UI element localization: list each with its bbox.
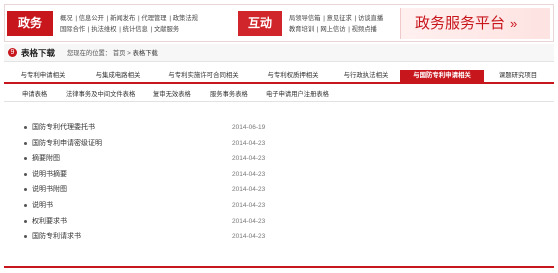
subtab-legal-affairs-forms[interactable]: 法律事务及中间文件表格 xyxy=(66,90,135,99)
item-date: 2014-04-23 xyxy=(232,155,266,163)
item-title-link[interactable]: 说明书摘要 xyxy=(32,169,67,180)
breadcrumb-separator: > xyxy=(127,50,131,57)
category-tabs: 与专利申请相关 与集成电路相关 与专利实施许可合同相关 与专利权质押相关 与行政… xyxy=(4,70,554,84)
item-title-link[interactable]: 国防专利申请密级证明 xyxy=(32,138,102,149)
interact-links: 局领导信箱 | 意见征求 | 访谈直播 教育培训 | 网上信访 | 视频点播 xyxy=(289,13,384,35)
subtab-reexamination-forms[interactable]: 复审无效表格 xyxy=(153,90,191,99)
bullet-icon xyxy=(24,141,27,145)
item-date: 2014-04-23 xyxy=(232,170,266,178)
list-item: 国防专利请求书 2014-04-23 xyxy=(24,230,284,246)
bullet-icon xyxy=(24,172,27,176)
item-date: 2014-04-23 xyxy=(232,201,266,209)
subtab-application-forms[interactable]: 申请表格 xyxy=(22,90,47,99)
nav-link[interactable]: 代理管理 xyxy=(141,15,167,22)
nav-link[interactable]: 政策法规 xyxy=(173,15,199,22)
nav-link[interactable]: 视频点播 xyxy=(352,26,378,33)
gov-links-row2: 国际合作 | 执法维权 | 统计信息 | 文献服务 xyxy=(60,26,180,33)
item-title-link[interactable]: 权利要求书 xyxy=(32,216,67,227)
page-title: 表格下载 xyxy=(21,48,56,58)
nav-link[interactable]: 文献服务 xyxy=(154,26,180,33)
item-title-link[interactable]: 国防专利请求书 xyxy=(32,231,81,242)
tab-integrated-circuit[interactable]: 与集成电路相关 xyxy=(84,70,152,82)
item-date: 2014-04-23 xyxy=(232,139,266,147)
location-icon: 9 xyxy=(8,48,17,57)
interact-links-row1: 局领导信箱 | 意见征求 | 访谈直播 xyxy=(289,15,384,22)
nav-link[interactable]: 局领导信箱 xyxy=(289,15,321,22)
tab-patent-pledge[interactable]: 与专利权质押相关 xyxy=(256,70,330,82)
gov-links-row1: 概况 | 信息公开 | 新闻发布 | 代理管理 | 政策法规 xyxy=(60,15,199,22)
breadcrumb-home[interactable]: 首页 xyxy=(113,50,126,57)
nav-link[interactable]: 执法维权 xyxy=(91,26,117,33)
nav-link[interactable]: 意见征求 xyxy=(327,15,353,22)
tab-patent-application[interactable]: 与专利申请相关 xyxy=(8,70,78,82)
download-list: 国防专利代理委托书 2014-06-19 国防专利申请密级证明 2014-04-… xyxy=(24,121,284,246)
footer-divider xyxy=(4,266,554,268)
item-date: 2014-06-19 xyxy=(232,124,266,131)
interact-links-row2: 教育培训 | 网上信访 | 视频点播 xyxy=(289,26,378,33)
bullet-icon xyxy=(24,126,27,129)
list-item: 摘要附图 2014-04-23 xyxy=(24,152,284,168)
nav-link[interactable]: 新闻发布 xyxy=(110,15,136,22)
platform-title: 政务服务平台 xyxy=(415,15,506,32)
item-date: 2014-04-23 xyxy=(232,186,266,194)
bullet-icon xyxy=(24,188,27,192)
gov-section-label: 政务 xyxy=(7,11,53,36)
sub-tabs: 申请表格 法律事务及中间文件表格 复审无效表格 服务事务表格 电子申请用户注册表… xyxy=(4,86,554,102)
item-title-link[interactable]: 说明书 xyxy=(32,200,53,211)
list-item: 权利要求书 2014-04-23 xyxy=(24,215,284,231)
bullet-icon xyxy=(24,157,27,161)
nav-link[interactable]: 教育培训 xyxy=(289,26,315,33)
breadcrumb-prefix: 您现在的位置： xyxy=(67,50,112,57)
nav-link[interactable]: 信息公开 xyxy=(79,15,105,22)
tab-research-projects[interactable]: 课题研究项目 xyxy=(488,70,548,82)
nav-link[interactable]: 访谈直播 xyxy=(358,15,384,22)
bullet-icon xyxy=(24,235,27,239)
gov-links: 概况 | 信息公开 | 新闻发布 | 代理管理 | 政策法规 国际合作 | 执法… xyxy=(60,13,199,35)
interact-section-label: 互动 xyxy=(238,11,282,36)
item-title-link[interactable]: 国防专利代理委托书 xyxy=(32,122,95,133)
list-item: 说明书附图 2014-04-23 xyxy=(24,183,284,199)
item-title-link[interactable]: 摘要附图 xyxy=(32,153,60,164)
list-item: 国防专利申请密级证明 2014-04-23 xyxy=(24,137,284,153)
item-date: 2014-04-23 xyxy=(232,217,266,225)
tab-defense-patent[interactable]: 与国防专利申请相关 xyxy=(400,70,484,82)
breadcrumb: 您现在的位置： 首页 > 表格下载 xyxy=(67,49,158,58)
item-title-link[interactable]: 说明书附图 xyxy=(32,184,67,195)
nav-link[interactable]: 网上信访 xyxy=(320,26,346,33)
subtab-service-forms[interactable]: 服务事务表格 xyxy=(210,90,248,99)
bullet-icon xyxy=(24,203,27,207)
item-date: 2014-04-23 xyxy=(232,233,266,241)
breadcrumb-current: 表格下载 xyxy=(132,50,158,57)
double-chevron-right-icon: » xyxy=(510,16,518,31)
subtab-e-filing-registration-forms[interactable]: 电子申请用户注册表格 xyxy=(266,90,329,99)
tab-administrative-enforcement[interactable]: 与行政执法相关 xyxy=(334,70,398,82)
list-item: 说明书 2014-04-23 xyxy=(24,199,284,215)
tab-license-contract[interactable]: 与专利实施许可合同相关 xyxy=(156,70,251,82)
service-platform-link[interactable]: 政务服务平台 » xyxy=(400,8,550,39)
list-item: 国防专利代理委托书 2014-06-19 xyxy=(24,121,284,137)
nav-link[interactable]: 统计信息 xyxy=(123,26,149,33)
list-item: 说明书摘要 2014-04-23 xyxy=(24,168,284,184)
nav-link[interactable]: 概况 xyxy=(60,15,74,22)
nav-link[interactable]: 国际合作 xyxy=(60,26,86,33)
breadcrumb-bar: 9 表格下载 您现在的位置： 首页 > 表格下载 xyxy=(4,44,554,62)
bullet-icon xyxy=(24,219,27,223)
top-banner: 政务 概况 | 信息公开 | 新闻发布 | 代理管理 | 政策法规 国际合作 |… xyxy=(4,4,554,42)
